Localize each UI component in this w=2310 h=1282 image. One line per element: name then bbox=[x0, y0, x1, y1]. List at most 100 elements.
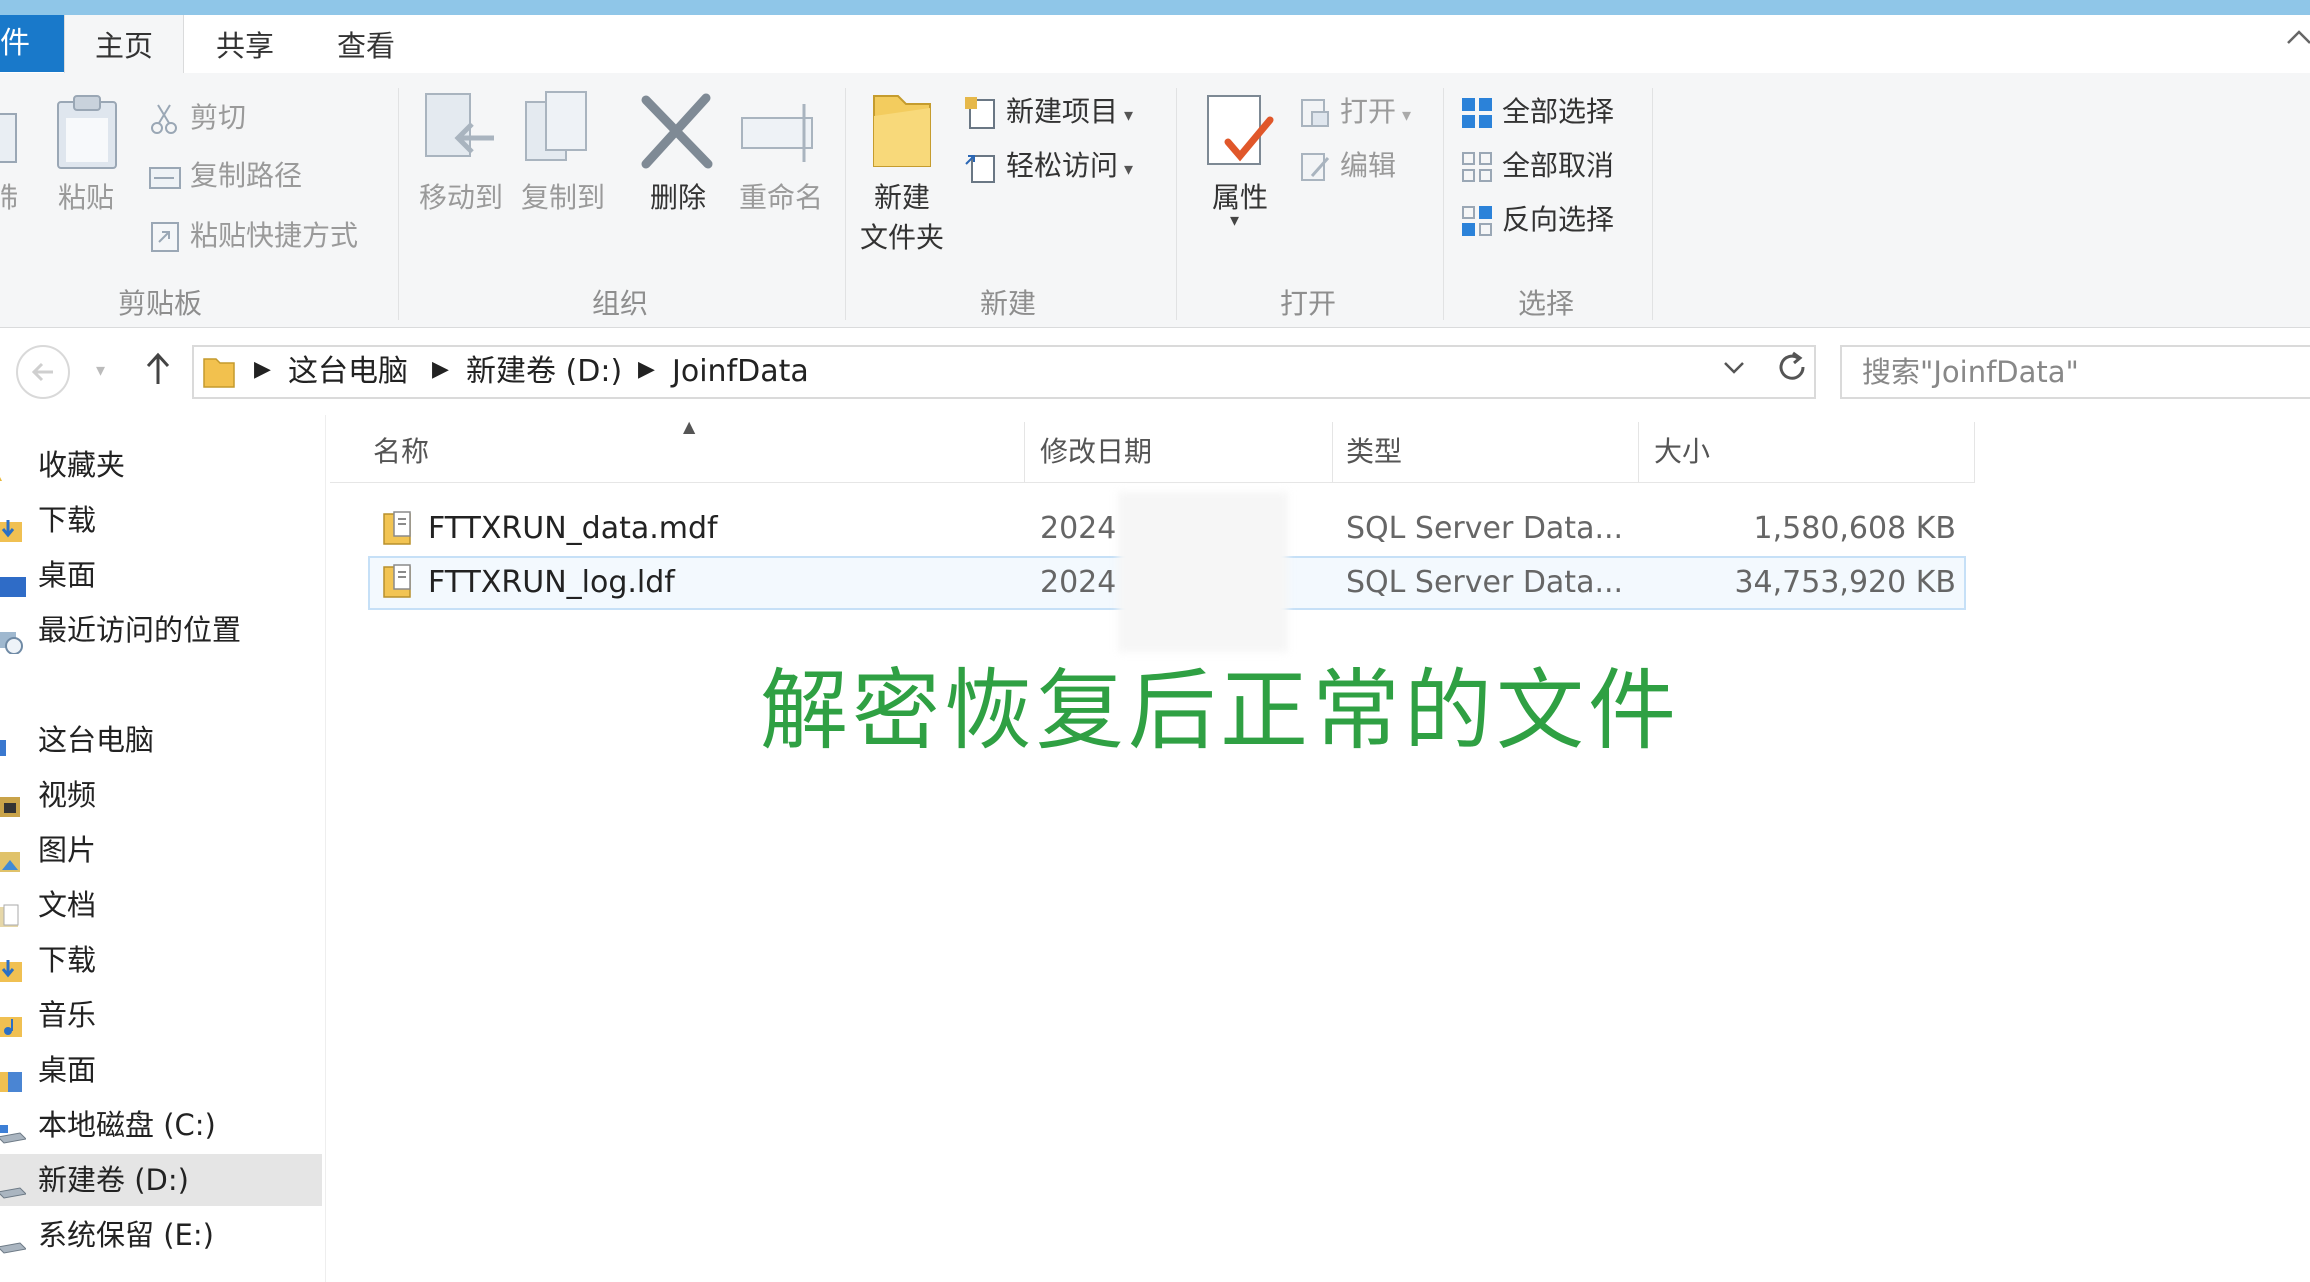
desktop-folder-icon bbox=[0, 1058, 26, 1092]
invert-selection-button[interactable]: 反向选择 bbox=[1460, 198, 1614, 242]
select-all-icon bbox=[1460, 96, 1494, 130]
paste-icon[interactable] bbox=[54, 92, 120, 172]
tab-share[interactable]: 共享 bbox=[200, 15, 290, 73]
documents-folder-icon bbox=[0, 893, 26, 927]
file-name[interactable]: FTTXRUN_data.mdf bbox=[428, 502, 718, 556]
database-file-icon bbox=[380, 563, 416, 601]
paste-button-label[interactable]: 粘贴 bbox=[46, 178, 126, 218]
scissors-icon bbox=[148, 102, 182, 136]
nav-drive-e[interactable]: 系统保留 (E:) bbox=[0, 1209, 322, 1261]
recent-locations-chevron-icon[interactable]: ▾ bbox=[96, 360, 105, 381]
nav-drive-d[interactable]: 新建卷 (D:) bbox=[0, 1154, 322, 1206]
rename-label[interactable]: 重命名 bbox=[728, 178, 834, 218]
move-to-icon[interactable] bbox=[418, 88, 502, 172]
overlay-caption: 解密恢复后正常的文件 bbox=[759, 659, 1680, 762]
nav-label: 文档 bbox=[38, 888, 97, 922]
tab-view[interactable]: 查看 bbox=[318, 15, 414, 73]
move-to-label[interactable]: 移动到 bbox=[406, 178, 516, 218]
breadcrumb-separator-icon[interactable]: ▶ bbox=[638, 357, 655, 382]
hard-drive-icon bbox=[0, 1168, 28, 1199]
column-divider[interactable] bbox=[1024, 422, 1025, 482]
open-icon bbox=[1298, 96, 1332, 130]
tab-file[interactable]: 件 bbox=[0, 15, 64, 72]
up-arrow-icon[interactable] bbox=[143, 350, 173, 395]
nav-downloads[interactable]: 下载 bbox=[0, 934, 322, 986]
new-folder-label-line2[interactable]: 文件夹 bbox=[846, 218, 958, 258]
file-name[interactable]: FTTXRUN_log.ldf bbox=[428, 556, 675, 610]
group-label-organize: 组织 bbox=[591, 287, 648, 320]
nav-label: 新建卷 (D:) bbox=[38, 1163, 189, 1197]
ribbon-collapse-icon[interactable] bbox=[2285, 24, 2310, 54]
ribbon bbox=[0, 73, 2310, 328]
group-label-open: 打开 bbox=[1279, 287, 1336, 320]
edit-button[interactable]: 编辑 bbox=[1298, 144, 1396, 188]
copy-path-button[interactable]: 复制路径 bbox=[148, 154, 302, 198]
easy-access-button[interactable]: 轻松访问 ▾ bbox=[964, 144, 1133, 188]
nav-documents[interactable]: 文档 bbox=[0, 879, 322, 931]
sort-ascending-icon: ▲ bbox=[683, 417, 696, 436]
ribbon-divider bbox=[398, 88, 399, 320]
group-label-clipboard: 剪贴板 bbox=[117, 287, 202, 320]
column-header-date[interactable]: 修改日期 bbox=[1040, 430, 1152, 474]
select-none-button[interactable]: 全部取消 bbox=[1460, 144, 1614, 188]
nav-drive-c[interactable]: 本地磁盘 (C:) bbox=[0, 1099, 322, 1151]
delete-x-icon[interactable] bbox=[636, 92, 720, 172]
breadcrumb-separator-icon[interactable]: ▶ bbox=[432, 357, 449, 382]
nav-videos[interactable]: 视频 bbox=[0, 769, 322, 821]
nav-label: 收藏夹 bbox=[38, 448, 126, 482]
column-header-size[interactable]: 大小 bbox=[1654, 430, 1710, 474]
nav-label: 下载 bbox=[38, 503, 97, 537]
breadcrumb-drive-d[interactable]: 新建卷 (D:) bbox=[466, 350, 622, 394]
nav-label: 音乐 bbox=[38, 998, 97, 1032]
paste-shortcut-button[interactable]: 粘贴快捷方式 bbox=[148, 214, 358, 258]
easy-access-label: 轻松访问 bbox=[1006, 149, 1119, 182]
back-button[interactable] bbox=[16, 345, 70, 399]
nav-label: 下载 bbox=[38, 943, 97, 977]
dropdown-caret-icon: ▾ bbox=[1124, 105, 1134, 126]
column-header-name[interactable]: 名称 bbox=[373, 430, 429, 474]
group-label-new: 新建 bbox=[979, 287, 1036, 320]
new-item-button[interactable]: 新建项目 ▾ bbox=[964, 90, 1133, 134]
properties-caret-icon[interactable]: ▾ bbox=[1230, 210, 1239, 231]
copy-path-label: 复制路径 bbox=[190, 159, 303, 192]
new-folder-label-line1[interactable]: 新建 bbox=[846, 178, 958, 218]
nav-fav-downloads[interactable]: 下载 bbox=[0, 494, 322, 546]
ribbon-divider bbox=[1443, 88, 1444, 320]
open-button[interactable]: 打开 ▾ bbox=[1298, 90, 1411, 134]
downloads-folder-icon bbox=[0, 508, 26, 542]
file-size: 34,753,920 KB bbox=[1734, 565, 1956, 600]
address-dropdown-chevron-icon[interactable] bbox=[1722, 355, 1746, 386]
downloads-folder-icon bbox=[0, 948, 26, 982]
nav-music[interactable]: 音乐 bbox=[0, 989, 322, 1041]
new-folder-icon[interactable] bbox=[868, 88, 938, 172]
hard-drive-icon bbox=[0, 1223, 28, 1254]
select-all-button[interactable]: 全部选择 bbox=[1460, 90, 1614, 134]
dropdown-caret-icon: ▾ bbox=[1402, 105, 1412, 126]
refresh-icon[interactable] bbox=[1774, 349, 1810, 394]
copy-to-label[interactable]: 复制到 bbox=[508, 178, 618, 218]
rename-icon[interactable] bbox=[738, 98, 824, 168]
cut-button[interactable]: 剪切 bbox=[148, 96, 246, 140]
breadcrumb-joinfdata[interactable]: JoinfData bbox=[672, 350, 809, 394]
easy-access-icon bbox=[964, 150, 998, 184]
delete-label[interactable]: 删除 bbox=[630, 178, 726, 218]
breadcrumb-separator-icon[interactable]: ▶ bbox=[254, 357, 271, 382]
copy-icon[interactable] bbox=[0, 108, 20, 168]
column-header-type[interactable]: 类型 bbox=[1346, 430, 1402, 474]
column-header-bar bbox=[330, 420, 1975, 483]
breadcrumb-this-pc[interactable]: 这台电脑 bbox=[288, 350, 408, 394]
column-divider[interactable] bbox=[1332, 422, 1333, 482]
nav-fav-desktop[interactable]: 桌面 bbox=[0, 549, 322, 601]
folder-icon bbox=[202, 353, 236, 391]
properties-label[interactable]: 属性 bbox=[1190, 178, 1290, 218]
tab-home[interactable]: 主页 bbox=[64, 15, 184, 74]
copy-button-label[interactable]: 制 bbox=[0, 178, 18, 218]
properties-icon[interactable] bbox=[1204, 92, 1276, 172]
nav-desktop[interactable]: 桌面 bbox=[0, 1044, 322, 1096]
column-divider[interactable] bbox=[1638, 422, 1639, 482]
cut-label: 剪切 bbox=[190, 101, 247, 134]
nav-pictures[interactable]: 图片 bbox=[0, 824, 322, 876]
nav-favorites[interactable]: 收藏夹 bbox=[0, 439, 322, 491]
copy-to-icon[interactable] bbox=[520, 88, 604, 172]
file-type: SQL Server Data... bbox=[1346, 511, 1624, 546]
